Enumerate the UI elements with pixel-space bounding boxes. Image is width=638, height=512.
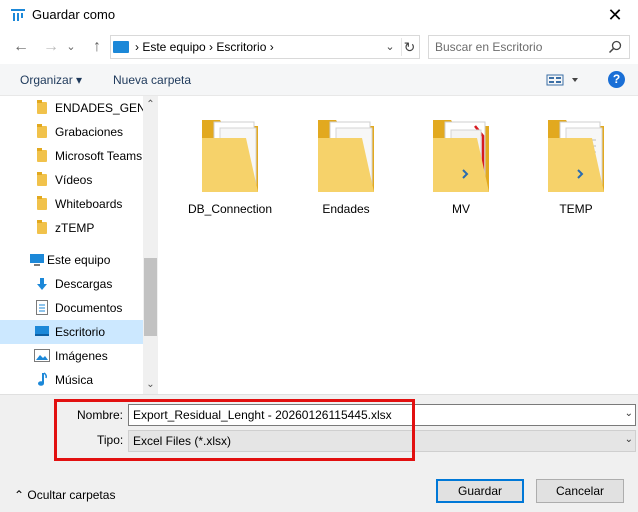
sidebar-item-whiteboards[interactable]: Whiteboards bbox=[0, 192, 143, 216]
folder-icon bbox=[37, 124, 47, 138]
folder-name: MV bbox=[452, 202, 470, 216]
sidebar-item-label: Escritorio bbox=[55, 325, 106, 339]
address-bar[interactable]: › Este equipo › Escritorio › ⌄ ↻ bbox=[110, 35, 420, 59]
chevron-down-icon[interactable]: ⌄ bbox=[625, 434, 633, 445]
recent-locations-dropdown[interactable]: ⌄ bbox=[64, 36, 78, 58]
sidebar-item-label: Documentos bbox=[55, 301, 123, 315]
search-box[interactable] bbox=[428, 35, 630, 59]
refresh-icon[interactable]: ↻ bbox=[401, 38, 417, 56]
scrollbar-thumb[interactable] bbox=[144, 258, 157, 336]
folder-item-mv[interactable]: MV bbox=[416, 112, 506, 222]
sidebar-item-escritorio[interactable]: Escritorio bbox=[0, 320, 143, 344]
sidebar-item-grabaciones[interactable]: Grabaciones bbox=[0, 120, 143, 144]
folder-icon bbox=[433, 120, 489, 192]
sidebar-item-label: Imágenes bbox=[55, 349, 108, 363]
sidebar-item-label: Descargas bbox=[55, 277, 113, 291]
documents-icon bbox=[36, 300, 48, 315]
organize-button[interactable]: Organizar ▾ bbox=[20, 73, 82, 87]
folder-icon bbox=[37, 196, 47, 210]
window-title: Guardar como bbox=[32, 7, 116, 22]
sidebar-item-label: Grabaciones bbox=[55, 125, 124, 139]
folder-item-endades[interactable]: Endades bbox=[301, 112, 391, 222]
scroll-up-arrow-icon[interactable]: ⌃ bbox=[143, 98, 158, 112]
folder-icon bbox=[548, 120, 604, 192]
hide-folders-label: Ocultar carpetas bbox=[27, 488, 116, 502]
pictures-icon bbox=[34, 349, 50, 362]
sidebar-item-ztemp[interactable]: zTEMP bbox=[0, 216, 143, 240]
sidebar-item-videos[interactable]: Vídeos bbox=[0, 168, 143, 192]
help-button[interactable]: ? bbox=[608, 71, 625, 88]
folder-icon bbox=[202, 120, 258, 192]
sidebar-item-label: Este equipo bbox=[47, 253, 111, 267]
sidebar-item-este-equipo[interactable]: Este equipo bbox=[0, 248, 143, 272]
save-dialog-icon bbox=[11, 9, 25, 21]
back-button[interactable]: ← bbox=[10, 36, 32, 58]
address-path[interactable]: › Este equipo › Escritorio › bbox=[135, 40, 274, 54]
sidebar-item-imagenes[interactable]: Imágenes bbox=[0, 344, 143, 368]
navigation-scrollbar[interactable]: ⌃ ⌄ bbox=[143, 96, 158, 394]
cancel-button[interactable]: Cancelar bbox=[536, 479, 624, 503]
sidebar-item-microsoft-teams[interactable]: Microsoft Teams bbox=[0, 144, 143, 168]
computer-icon bbox=[113, 41, 129, 53]
scroll-down-arrow-icon[interactable]: ⌄ bbox=[143, 378, 158, 392]
folder-name: Endades bbox=[322, 202, 370, 216]
forward-button[interactable]: → bbox=[40, 36, 62, 58]
folder-name: DB_Connection bbox=[187, 202, 273, 216]
save-button[interactable]: Guardar bbox=[436, 479, 524, 503]
up-button[interactable]: ↑ bbox=[86, 36, 108, 58]
folder-icon bbox=[37, 148, 47, 162]
title-bar: Guardar como ✕ bbox=[0, 0, 638, 30]
sidebar-item-label: zTEMP bbox=[55, 221, 95, 235]
sidebar-item-endades-gene[interactable]: ENDADES_GENE bbox=[0, 96, 143, 120]
search-input[interactable] bbox=[435, 39, 605, 55]
folder-item-temp[interactable]: TEMP bbox=[531, 112, 621, 222]
sidebar-item-label: ENDADES_GENE bbox=[55, 101, 143, 115]
close-button[interactable]: ✕ bbox=[600, 3, 630, 27]
sidebar-item-label: Vídeos bbox=[55, 173, 93, 187]
hide-folders-button[interactable]: ⌃ Ocultar carpetas bbox=[14, 488, 115, 502]
chevron-down-icon[interactable]: ⌄ bbox=[625, 408, 633, 419]
computer-icon bbox=[30, 254, 44, 266]
sidebar-item-label: Microsoft Teams bbox=[55, 149, 143, 163]
sidebar-item-label: Whiteboards bbox=[55, 197, 123, 211]
folder-item-db-connection[interactable]: DB_Connection bbox=[185, 112, 275, 222]
folder-icon bbox=[37, 220, 47, 234]
sidebar-item-documentos[interactable]: Documentos bbox=[0, 296, 143, 320]
sidebar-item-descargas[interactable]: Descargas bbox=[0, 272, 143, 296]
download-icon bbox=[37, 278, 47, 290]
folder-icon bbox=[318, 120, 374, 192]
view-options-icon[interactable] bbox=[546, 72, 580, 88]
music-icon bbox=[38, 372, 47, 386]
folder-icon bbox=[37, 100, 47, 114]
sidebar-item-musica[interactable]: Música bbox=[0, 368, 143, 392]
desktop-icon bbox=[35, 326, 49, 336]
command-toolbar: Organizar ▾ Nueva carpeta ? bbox=[0, 64, 638, 96]
folder-icon bbox=[37, 172, 47, 186]
highlight-box bbox=[54, 399, 415, 461]
address-dropdown-button[interactable]: ⌄ bbox=[383, 39, 397, 55]
folder-name: TEMP bbox=[559, 202, 593, 216]
new-folder-button[interactable]: Nueva carpeta bbox=[113, 73, 191, 87]
navigation-pane: ENDADES_GENE Grabaciones Microsoft Teams… bbox=[0, 96, 158, 394]
chevron-up-icon: ⌃ bbox=[14, 488, 25, 502]
sidebar-item-label: Música bbox=[55, 373, 94, 387]
search-icon bbox=[608, 40, 622, 54]
